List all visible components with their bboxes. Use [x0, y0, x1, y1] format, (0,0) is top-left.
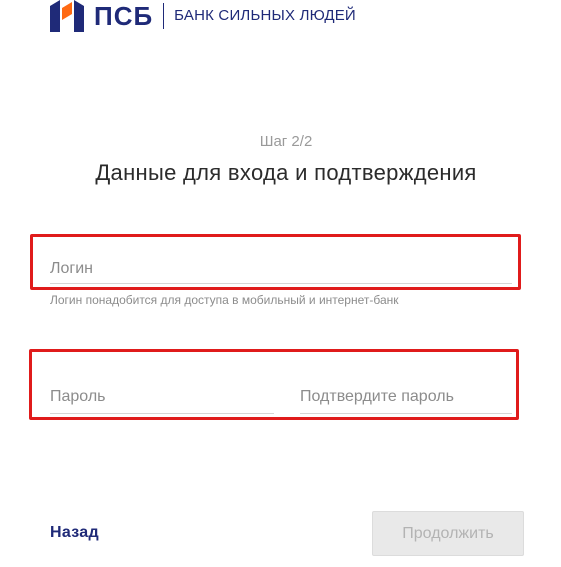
password-highlight-box [29, 349, 519, 420]
header-logo[interactable]: ПСБ БАНК СИЛЬНЫХ ЛЮДЕЙ [50, 0, 356, 32]
back-button[interactable]: Назад [50, 524, 99, 542]
brand-name: ПСБ [94, 1, 154, 31]
continue-button[interactable]: Продолжить [372, 511, 524, 556]
brand-slogan: БАНК СИЛЬНЫХ ЛЮДЕЙ [174, 7, 356, 24]
registration-page: ПСБ БАНК СИЛЬНЫХ ЛЮДЕЙ Шаг 2/2 Данные дл… [0, 0, 561, 567]
page-title: Данные для входа и подтверждения [95, 160, 477, 185]
psb-logo-icon [50, 0, 84, 32]
step-indicator: Шаг 2/2 [259, 133, 313, 150]
logo-divider [163, 3, 165, 29]
login-hint: Логин понадобится для доступа в мобильны… [50, 293, 399, 307]
login-highlight-box [30, 234, 521, 290]
